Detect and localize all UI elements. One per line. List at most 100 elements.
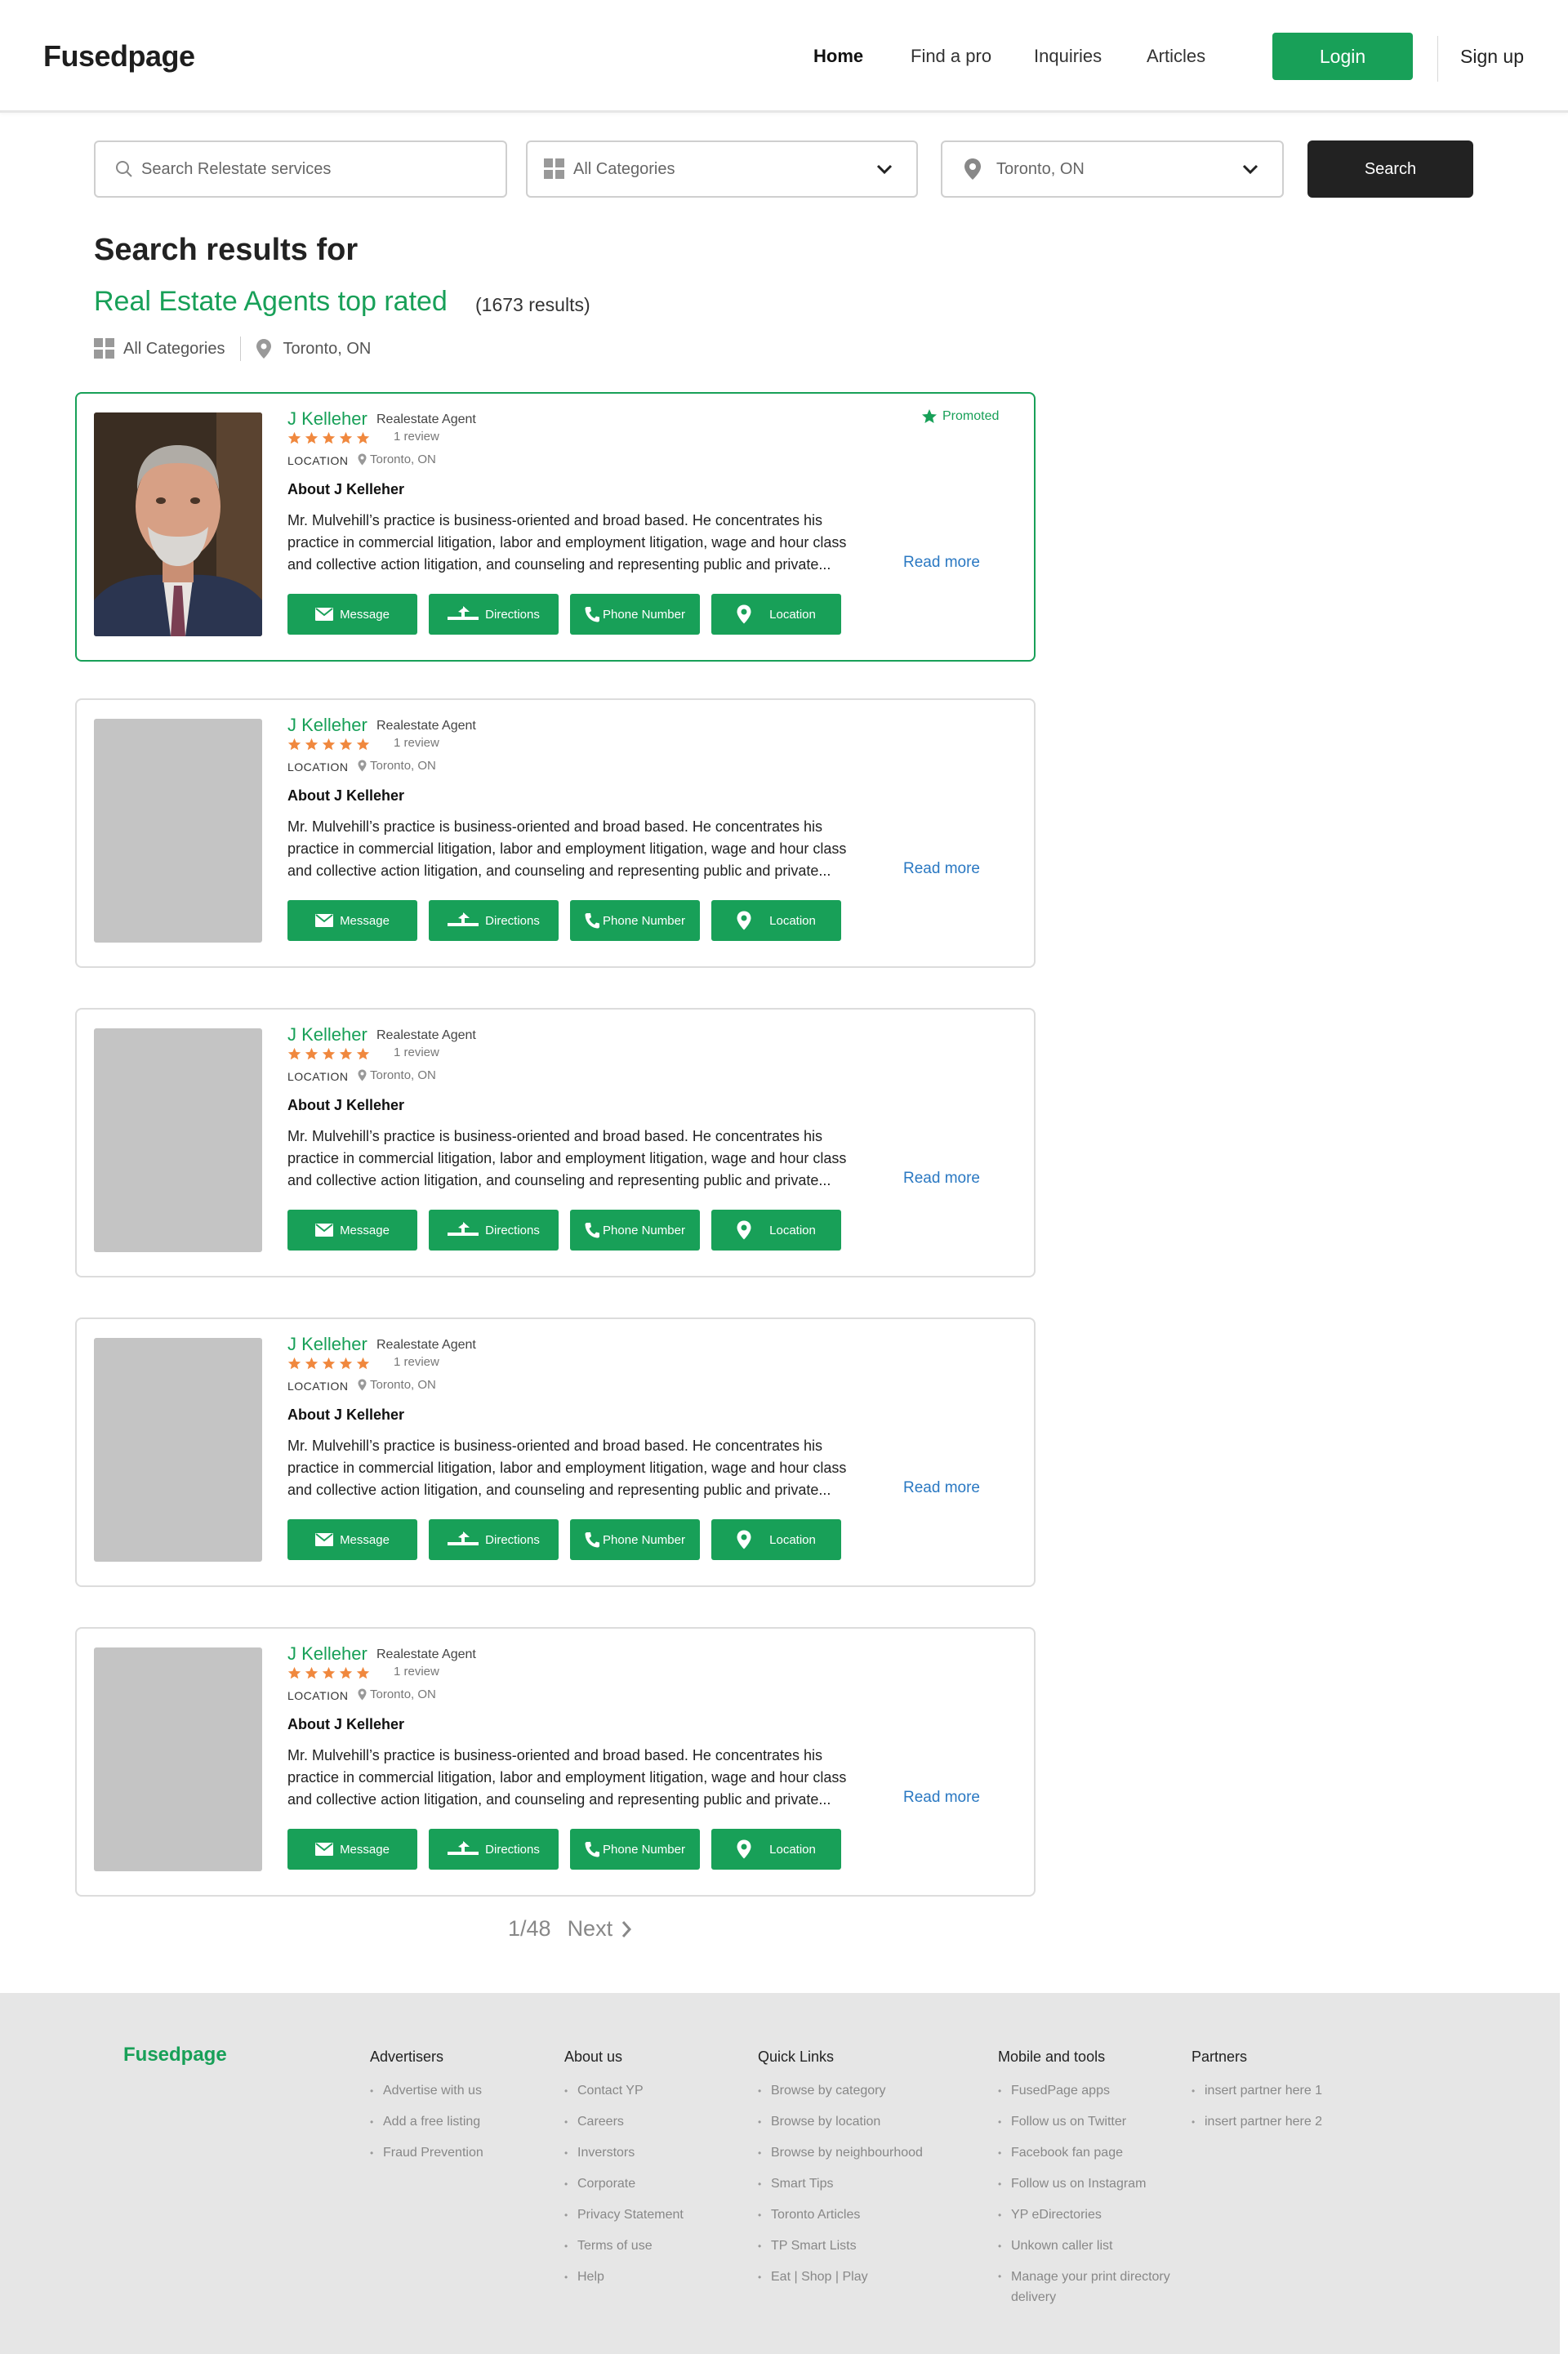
review-count[interactable]: 1 review <box>394 1665 439 1679</box>
footer-link[interactable]: Browse by neighbourhood <box>758 2138 923 2169</box>
about-heading: About J Kelleher <box>287 1716 405 1732</box>
agent-name[interactable]: J Kelleher <box>287 1643 368 1665</box>
footer-link[interactable]: TP Smart Lists <box>758 2231 923 2262</box>
agent-name[interactable]: J Kelleher <box>287 1024 368 1045</box>
phone-button[interactable]: Phone Number <box>570 1829 700 1870</box>
directions-label: Directions <box>485 1842 540 1857</box>
phone-button[interactable]: Phone Number <box>570 1210 700 1251</box>
agent-location: Toronto, ON <box>358 1687 436 1701</box>
footer-logo[interactable]: Fusedpage <box>123 2044 227 2066</box>
search-button[interactable]: Search <box>1307 140 1473 198</box>
location-select[interactable]: Toronto, ON <box>941 140 1284 198</box>
message-button[interactable]: Message <box>287 1829 417 1870</box>
footer-link[interactable]: Advertise with us <box>370 2075 483 2107</box>
description-line: Mr. Mulvehill’s practice is business-ori… <box>287 1747 823 1763</box>
filter-location[interactable]: Toronto, ON <box>283 340 372 359</box>
location-button[interactable]: Location <box>711 1519 841 1560</box>
directions-button[interactable]: Directions <box>429 1829 559 1870</box>
footer-link[interactable]: Contact YP <box>564 2075 684 2107</box>
footer-link[interactable]: Terms of use <box>564 2231 684 2262</box>
footer-link[interactable]: Unkown caller list <box>998 2231 1178 2262</box>
footer-link[interactable]: Add a free listing <box>370 2107 483 2138</box>
location-button-label: Location <box>769 1842 816 1857</box>
agent-photo[interactable] <box>94 1647 262 1871</box>
review-count[interactable]: 1 review <box>394 1355 439 1369</box>
nav-home[interactable]: Home <box>813 46 863 67</box>
agent-location: Toronto, ON <box>358 759 436 773</box>
directions-button[interactable]: Directions <box>429 594 559 635</box>
location-button[interactable]: Location <box>711 1829 841 1870</box>
footer-link[interactable]: Smart Tips <box>758 2169 923 2200</box>
message-button[interactable]: Message <box>287 900 417 941</box>
category-select[interactable]: All Categories <box>526 140 918 198</box>
site-footer: Fusedpage Advertisers Advertise with usAd… <box>0 1993 1560 2354</box>
nav-find-a-pro[interactable]: Find a pro <box>911 46 991 67</box>
directions-button[interactable]: Directions <box>429 1210 559 1251</box>
message-button[interactable]: Message <box>287 1210 417 1251</box>
footer-link[interactable]: Fraud Prevention <box>370 2138 483 2169</box>
description-line: practice in commercial litigation, labor… <box>287 1460 847 1476</box>
star-icon <box>339 1047 353 1060</box>
footer-link[interactable]: Careers <box>564 2107 684 2138</box>
footer-link[interactable]: Privacy Statement <box>564 2200 684 2231</box>
phone-button[interactable]: Phone Number <box>570 900 700 941</box>
footer-link[interactable]: Corporate <box>564 2169 684 2200</box>
signup-link[interactable]: Sign up <box>1460 46 1524 68</box>
site-logo[interactable]: Fusedpage <box>43 39 195 74</box>
search-input[interactable]: Search Relestate services <box>94 140 507 198</box>
footer-link[interactable]: Follow us on Twitter <box>998 2107 1178 2138</box>
agent-photo[interactable] <box>94 719 262 943</box>
nav-articles[interactable]: Articles <box>1147 46 1205 67</box>
message-button[interactable]: Message <box>287 1519 417 1560</box>
read-more-link[interactable]: Read more <box>903 1170 980 1188</box>
footer-col-advertisers: Advertisers Advertise with usAdd a free l… <box>370 2049 483 2169</box>
footer-link[interactable]: Toronto Articles <box>758 2200 923 2231</box>
agent-photo[interactable] <box>94 412 262 636</box>
login-button[interactable]: Login <box>1272 33 1413 80</box>
location-button[interactable]: Location <box>711 594 841 635</box>
nav-inquiries[interactable]: Inquiries <box>1034 46 1102 67</box>
agent-photo[interactable] <box>94 1338 262 1562</box>
filter-category[interactable]: All Categories <box>123 340 225 359</box>
phone-button[interactable]: Phone Number <box>570 1519 700 1560</box>
agent-name[interactable]: J Kelleher <box>287 408 368 430</box>
read-more-link[interactable]: Read more <box>903 860 980 878</box>
read-more-link[interactable]: Read more <box>903 1789 980 1807</box>
location-button[interactable]: Location <box>711 900 841 941</box>
footer-link[interactable]: Manage your print directory delivery <box>998 2262 1178 2307</box>
agent-name[interactable]: J Kelleher <box>287 1334 368 1355</box>
read-more-link[interactable]: Read more <box>903 1479 980 1497</box>
chevron-down-icon <box>876 164 893 175</box>
footer-link[interactable]: YP eDirectories <box>998 2200 1178 2231</box>
result-card: J Kelleher Realestate Agent 1 review LOC… <box>75 1317 1036 1587</box>
message-button[interactable]: Message <box>287 594 417 635</box>
phone-label: Phone Number <box>603 1842 685 1857</box>
phone-button[interactable]: Phone Number <box>570 594 700 635</box>
agent-name[interactable]: J Kelleher <box>287 715 368 736</box>
next-page-button[interactable]: Next <box>568 1916 633 1942</box>
footer-link[interactable]: FusedPage apps <box>998 2075 1178 2107</box>
read-more-link[interactable]: Read more <box>903 554 980 572</box>
footer-link[interactable]: Facebook fan page <box>998 2138 1178 2169</box>
footer-link[interactable]: Follow us on Instagram <box>998 2169 1178 2200</box>
review-count[interactable]: 1 review <box>394 430 439 444</box>
footer-link[interactable]: Help <box>564 2262 684 2293</box>
footer-link[interactable]: Inverstors <box>564 2138 684 2169</box>
review-count[interactable]: 1 review <box>394 1045 439 1059</box>
agent-description: Mr. Mulvehill’s practice is business-ori… <box>287 1435 933 1501</box>
directions-button[interactable]: Directions <box>429 900 559 941</box>
results-count: (1673 results) <box>475 294 590 315</box>
star-icon <box>339 738 353 751</box>
agent-photo[interactable] <box>94 1028 262 1252</box>
description-line: and collective action litigation, and co… <box>287 556 831 573</box>
footer-link[interactable]: Browse by location <box>758 2107 923 2138</box>
directions-button[interactable]: Directions <box>429 1519 559 1560</box>
map-pin-icon <box>737 911 751 930</box>
star-icon <box>305 1357 318 1370</box>
footer-link[interactable]: Browse by category <box>758 2075 923 2107</box>
footer-link[interactable]: insert partner here 1 <box>1192 2075 1322 2107</box>
footer-link[interactable]: Eat | Shop | Play <box>758 2262 923 2293</box>
location-button[interactable]: Location <box>711 1210 841 1251</box>
review-count[interactable]: 1 review <box>394 736 439 750</box>
footer-link[interactable]: insert partner here 2 <box>1192 2107 1322 2138</box>
